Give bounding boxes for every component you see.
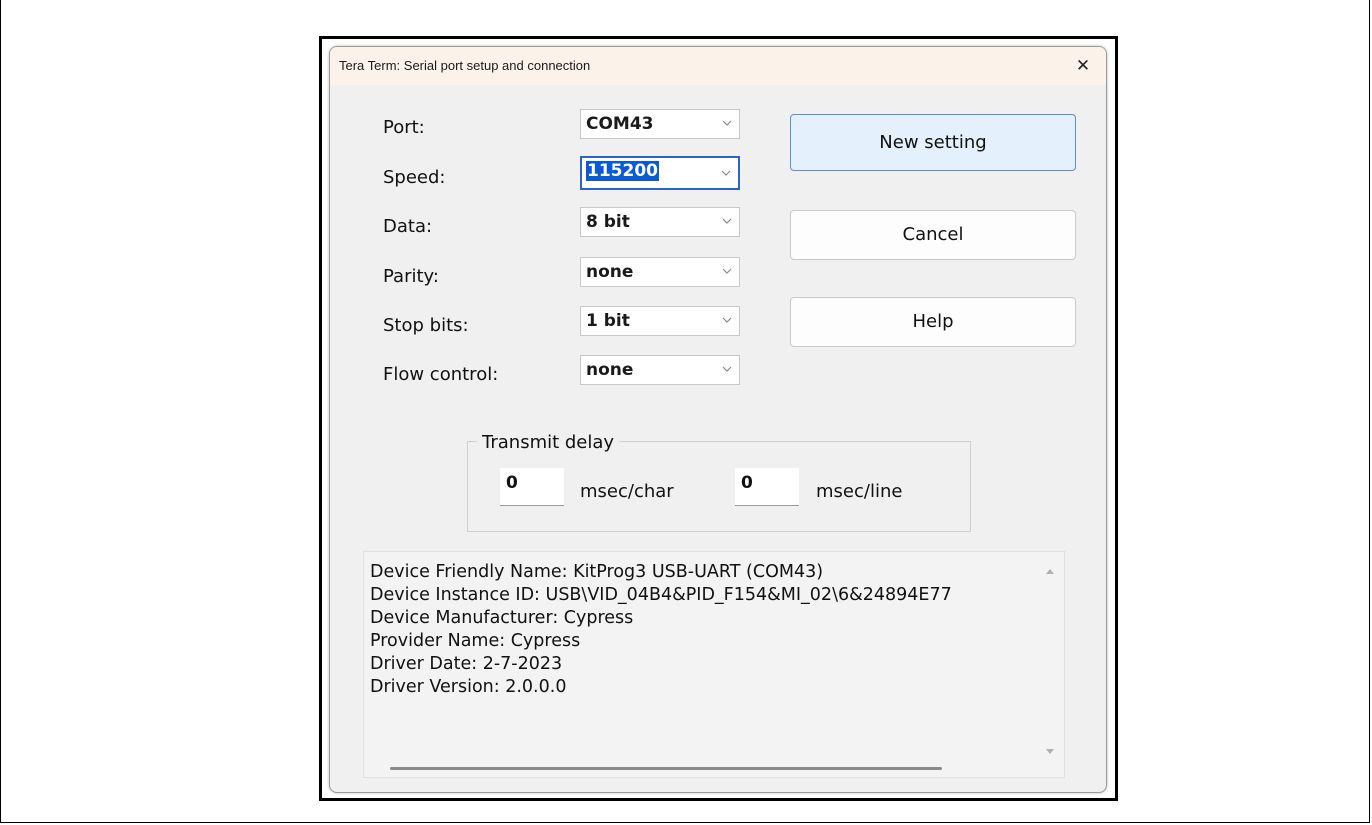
device-instance-id: Device Instance ID: USB\VID_04B4&PID_F15… — [370, 585, 952, 605]
data-label: Data: — [383, 216, 433, 237]
chevron-down-icon — [720, 214, 734, 228]
speed-select[interactable]: 115200 — [580, 156, 740, 190]
device-manufacturer: Device Manufacturer: Cypress — [370, 608, 634, 628]
data-select[interactable]: 8 bit — [580, 207, 740, 237]
new-setting-button[interactable]: New setting — [790, 114, 1076, 171]
stop-bits-value: 1 bit — [586, 311, 630, 331]
speed-label: Speed: — [383, 167, 446, 188]
chevron-down-icon — [720, 313, 734, 327]
device-friendly-name: Device Friendly Name: KitProg3 USB-UART … — [370, 562, 824, 582]
close-icon[interactable]: ✕ — [1070, 53, 1096, 79]
port-value: COM43 — [586, 114, 654, 134]
msec-char-input[interactable]: 0 — [500, 468, 564, 506]
transmit-delay-title: Transmit delay — [477, 432, 620, 453]
help-button[interactable]: Help — [790, 297, 1076, 347]
title-bar: Tera Term: Serial port setup and connect… — [330, 47, 1106, 85]
parity-value: none — [586, 262, 634, 282]
parity-select[interactable]: none — [580, 257, 740, 287]
msec-line-label: msec/line — [816, 481, 903, 502]
provider-name: Provider Name: Cypress — [370, 631, 581, 651]
data-value: 8 bit — [586, 212, 630, 232]
dialog-title: Tera Term: Serial port setup and connect… — [339, 58, 591, 73]
stop-bits-select[interactable]: 1 bit — [580, 306, 740, 336]
flow-control-label: Flow control: — [383, 364, 499, 385]
serial-port-dialog: Tera Term: Serial port setup and connect… — [329, 46, 1107, 793]
flow-control-value: none — [586, 360, 634, 380]
scroll-down-arrow-icon[interactable] — [1043, 742, 1057, 754]
driver-version: Driver Version: 2.0.0.0 — [370, 677, 567, 697]
chevron-down-icon — [720, 116, 734, 130]
msec-char-label: msec/char — [580, 481, 674, 502]
driver-date: Driver Date: 2-7-2023 — [370, 654, 563, 674]
chevron-down-icon — [720, 264, 734, 278]
port-select[interactable]: COM43 — [580, 109, 740, 139]
speed-value: 115200 — [586, 161, 659, 181]
chevron-down-icon — [720, 362, 734, 376]
scroll-up-arrow-icon[interactable] — [1043, 561, 1057, 574]
parity-label: Parity: — [383, 266, 439, 287]
port-label: Port: — [383, 117, 425, 138]
chevron-down-icon — [719, 166, 733, 180]
horizontal-scrollbar-thumb[interactable] — [390, 767, 942, 770]
cancel-button[interactable]: Cancel — [790, 210, 1076, 260]
device-info-box[interactable]: Device Friendly Name: KitProg3 USB-UART … — [363, 551, 1065, 778]
flow-control-select[interactable]: none — [580, 355, 740, 385]
stop-bits-label: Stop bits: — [383, 315, 469, 336]
msec-line-input[interactable]: 0 — [735, 468, 799, 506]
